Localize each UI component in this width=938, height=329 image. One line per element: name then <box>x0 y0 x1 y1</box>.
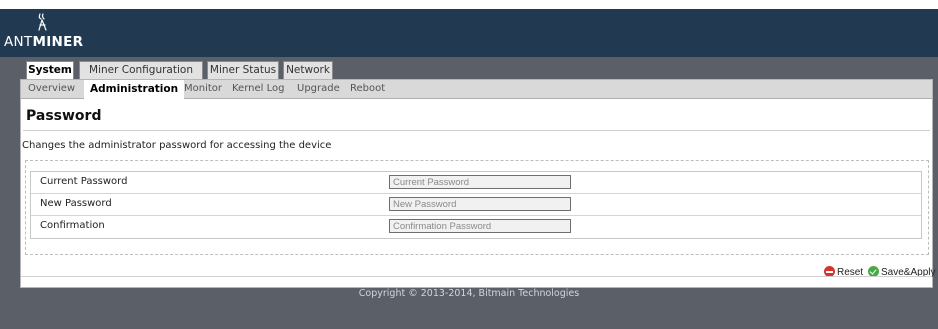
panel-bottom-divider <box>21 276 932 277</box>
sub-tabs: Overview Administration Monitor Kernel L… <box>21 80 932 99</box>
title-divider <box>23 130 930 131</box>
form-row-current-password: Current Password <box>31 172 921 194</box>
header-bar: ANTMINER <box>0 9 938 57</box>
tab-miner-configuration[interactable]: Miner Configuration <box>79 61 203 80</box>
logo-text-suffix: MINER <box>32 34 84 50</box>
form-row-confirmation: Confirmation <box>31 216 921 238</box>
confirmation-password-input[interactable] <box>389 219 571 233</box>
save-apply-button[interactable]: Save&Apply <box>868 266 935 280</box>
form-row-new-password: New Password <box>31 194 921 216</box>
subtab-administration[interactable]: Administration <box>84 80 185 99</box>
antminer-logo-icon <box>38 13 47 31</box>
subtab-overview[interactable]: Overview <box>28 80 75 98</box>
subtab-monitor[interactable]: Monitor <box>184 80 222 98</box>
top-strip <box>0 0 938 9</box>
logo-text-prefix: ANT <box>4 34 33 50</box>
current-password-label: Current Password <box>40 176 128 187</box>
password-form: Current Password New Password Confirmati… <box>30 171 922 239</box>
antminer-logo: ANTMINER <box>4 13 84 55</box>
footer-copyright: Copyright © 2013-2014, Bitmain Technolog… <box>358 288 580 299</box>
subtab-kernel-log[interactable]: Kernel Log <box>232 80 284 98</box>
logo-wordmark: ANTMINER <box>4 34 83 50</box>
new-password-label: New Password <box>40 198 112 209</box>
current-password-input[interactable] <box>389 175 571 189</box>
tab-miner-status[interactable]: Miner Status <box>207 61 279 80</box>
subtab-upgrade[interactable]: Upgrade <box>297 80 340 98</box>
tab-network[interactable]: Network <box>283 61 333 80</box>
page-description: Changes the administrator password for a… <box>22 140 332 151</box>
new-password-input[interactable] <box>389 197 571 211</box>
subtab-reboot[interactable]: Reboot <box>350 80 385 98</box>
page-title: Password <box>26 108 102 124</box>
tab-system[interactable]: System <box>26 61 74 81</box>
confirmation-label: Confirmation <box>40 220 105 231</box>
reset-button[interactable]: Reset <box>824 266 863 280</box>
content-panel: Overview Administration Monitor Kernel L… <box>20 79 935 288</box>
